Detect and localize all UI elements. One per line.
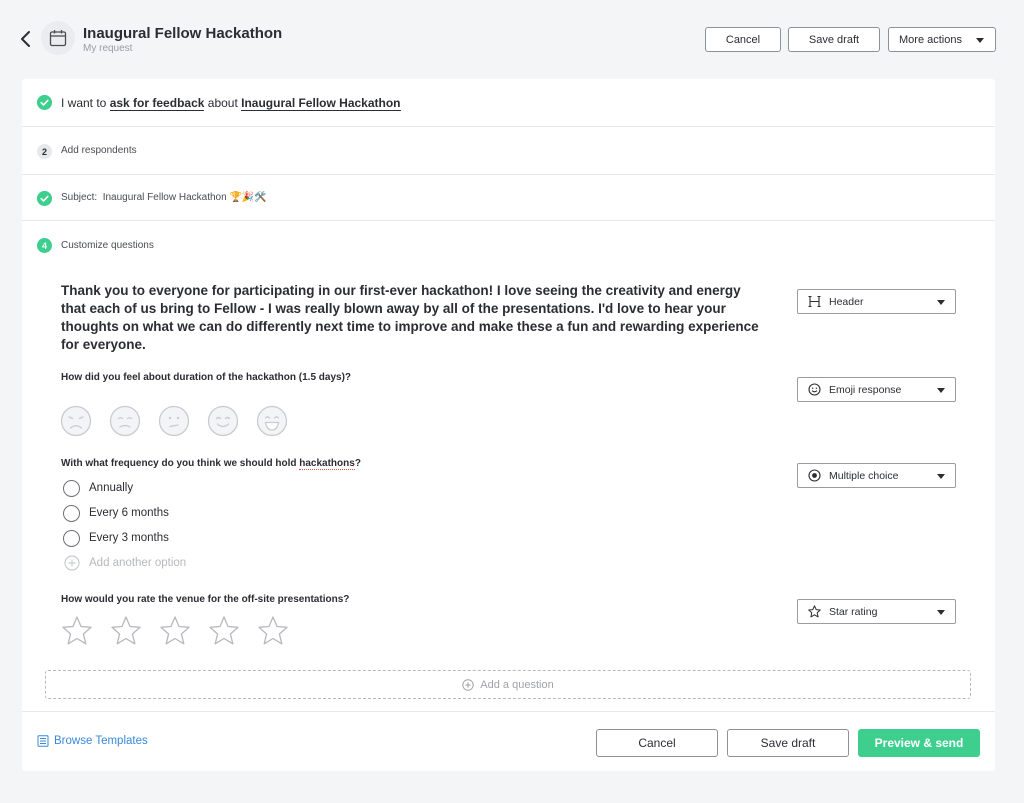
question-type-select-header[interactable]: Header [797,289,956,314]
question-type-select-star[interactable]: Star rating [797,599,956,624]
step-number-badge: 4 [37,238,52,253]
subject-value: Inaugural Fellow Hackathon 🏆🎉🛠️ [102,192,267,203]
sad-emoji-icon[interactable] [109,405,141,437]
browse-templates-label: Browse Templates [54,735,148,747]
option-label: Annually [89,482,134,494]
header-save-draft-button[interactable]: Save draft [788,27,880,52]
step-customize-questions-label: Customize questions [61,240,154,251]
subject-label: Subject: [61,192,98,203]
question-type-label: Header [829,295,864,308]
question-type-select-emoji[interactable]: Emoji response [797,377,956,402]
option-label: Every 3 months [89,532,169,544]
request-card: I want to ask for feedback about Inaugur… [22,79,995,771]
add-option-label: Add another option [89,557,187,569]
question-type-label: Emoji response [829,383,902,396]
caret-down-icon [937,474,945,479]
step-request-type[interactable]: I want to ask for feedback about Inaugur… [22,79,995,127]
add-question-button[interactable]: Add a question [45,670,971,699]
question-type-label: Multiple choice [829,469,899,482]
question-venue[interactable]: How would you rate the venue for the off… [61,594,349,605]
question-frequency-end: ? [354,458,361,469]
more-actions-button[interactable]: More actions [888,27,996,52]
very-sad-emoji-icon[interactable] [60,405,92,437]
document-list-icon [37,735,49,747]
plus-circle-icon [64,555,80,571]
star-icon[interactable] [257,615,289,645]
page-title: Inaugural Fellow Hackathon [83,25,283,42]
neutral-emoji-icon[interactable] [158,405,190,437]
option-every-6-months[interactable]: Every 6 months [63,503,169,523]
top-bar: Inaugural Fellow Hackathon My request Ca… [0,0,1024,78]
step-middle: about [207,96,238,110]
caret-down-icon [937,610,945,615]
star-icon[interactable] [61,615,93,645]
star-icon[interactable] [110,615,142,645]
caret-down-icon [937,388,945,393]
radio-icon [63,504,80,522]
step-add-respondents-label: Add respondents [61,145,137,156]
header-cancel-button[interactable]: Cancel [705,27,781,52]
step-subject-text: Subject: Inaugural Fellow Hackathon 🏆🎉🛠️ [61,192,267,203]
caret-down-icon [976,38,984,43]
preview-send-button[interactable]: Preview & send [858,729,980,757]
footer-cancel-button[interactable]: Cancel [596,729,718,757]
star-icon [808,605,821,618]
request-action-link[interactable]: ask for feedback [109,96,205,111]
misspelled-word: hackathons [299,458,355,470]
check-circle-icon [37,95,52,110]
option-every-3-months[interactable]: Every 3 months [63,528,169,548]
star-icon[interactable] [208,615,240,645]
question-frequency-text: With what frequency do you think we shou… [61,458,300,469]
question-duration[interactable]: How did you feel about duration of the h… [61,372,351,383]
radio-icon [63,529,80,547]
check-circle-icon [37,191,52,206]
heading-icon [808,295,821,308]
star-icon[interactable] [159,615,191,645]
footer-divider [22,711,995,712]
page-subtitle: My request [83,43,133,54]
chevron-left-icon[interactable] [18,29,34,49]
browse-templates-link[interactable]: Browse Templates [37,735,148,747]
option-annually[interactable]: Annually [63,478,133,498]
question-type-select-multiple[interactable]: Multiple choice [797,463,956,488]
happy-emoji-icon[interactable] [207,405,239,437]
request-target-link[interactable]: Inaugural Fellow Hackathon [241,96,401,111]
calendar-icon [49,30,67,47]
step-number-badge: 2 [37,144,52,159]
add-question-label: Add a question [480,678,554,691]
question-frequency[interactable]: With what frequency do you think we shou… [61,458,361,470]
more-actions-label: More actions [899,33,962,46]
radio-icon [808,469,821,482]
add-option-button[interactable]: Add another option [64,553,186,573]
plus-circle-icon [462,678,474,691]
very-happy-emoji-icon[interactable] [256,405,288,437]
step-prefix: I want to [61,96,107,110]
step-subject[interactable]: Subject: Inaugural Fellow Hackathon 🏆🎉🛠️ [22,175,995,221]
option-label: Every 6 months [89,507,169,519]
caret-down-icon [937,300,945,305]
step-add-respondents[interactable]: 2 Add respondents [22,127,995,175]
step-request-type-text: I want to ask for feedback about Inaugur… [61,96,401,111]
question-type-label: Star rating [829,605,878,618]
radio-icon [63,479,80,497]
footer-save-draft-button[interactable]: Save draft [727,729,849,757]
smiley-icon [808,383,821,396]
header-question-text[interactable]: Thank you to everyone for participating … [61,282,761,354]
star-rating-row [61,615,289,645]
emoji-response-row [60,405,288,437]
